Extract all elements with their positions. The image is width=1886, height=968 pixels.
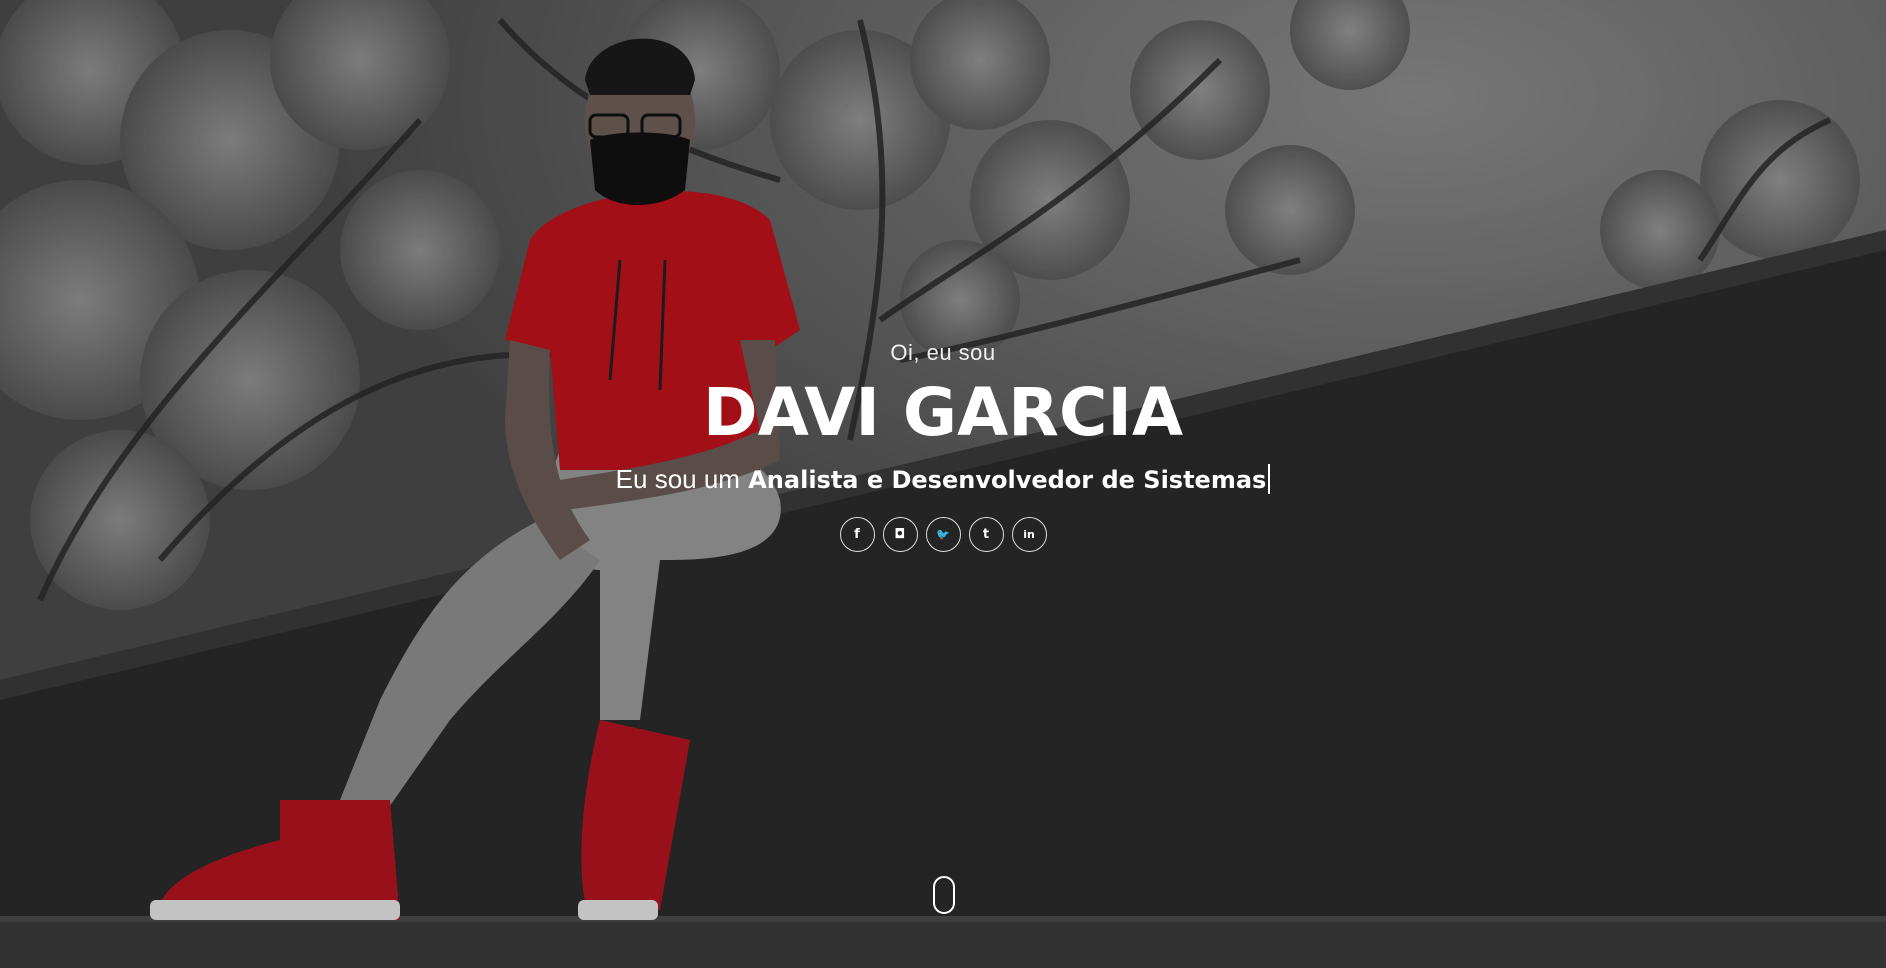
scroll-mouse-icon[interactable] — [933, 876, 955, 914]
linkedin-icon: in — [1023, 528, 1035, 541]
hero-content: Oi, eu sou DAVI GARCIA Eu sou um Analist… — [0, 340, 1886, 552]
hero-name: DAVI GARCIA — [702, 374, 1184, 451]
hero-tagline: Eu sou um Analista e Desenvolvedor de Si… — [0, 462, 1886, 497]
facebook-icon: f — [854, 527, 860, 542]
facebook-link[interactable]: f — [839, 517, 875, 552]
instagram-link[interactable]: ◘ — [882, 517, 918, 552]
greeting-text: Oi, eu sou — [890, 340, 996, 365]
linkedin-link[interactable]: in — [1011, 517, 1047, 552]
typing-cursor — [1268, 464, 1271, 494]
tagline-prefix: Eu sou um — [615, 464, 740, 494]
twitter-icon: 🐦 — [936, 528, 950, 541]
tagline-role: Analista e Desenvolvedor de Sistemas — [748, 466, 1267, 494]
instagram-icon: ◘ — [894, 527, 906, 542]
tumblr-icon: t — [982, 527, 990, 542]
hero-section: Oi, eu sou DAVI GARCIA Eu sou um Analist… — [0, 0, 1886, 968]
tumblr-link[interactable]: t — [968, 517, 1004, 552]
social-links: f ◘ 🐦 t in — [0, 517, 1886, 552]
twitter-link[interactable]: 🐦 — [925, 517, 961, 552]
